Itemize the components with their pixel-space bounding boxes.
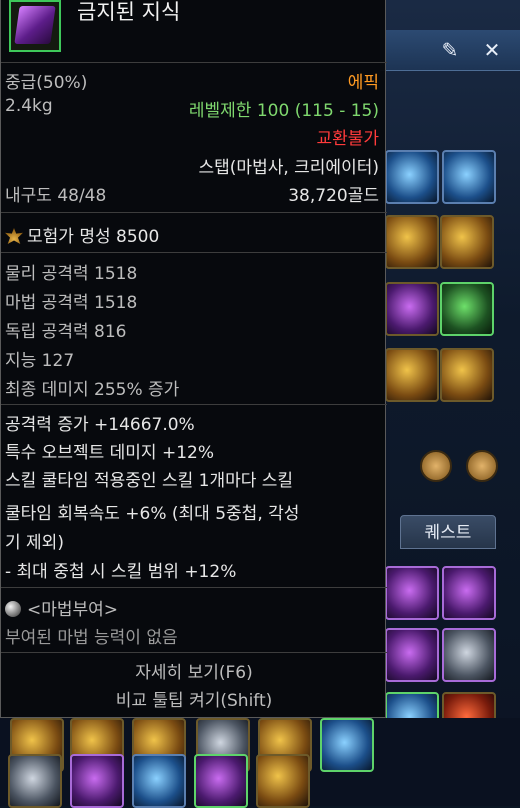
book-icon [14, 6, 56, 44]
stat-independent-attack: 독립 공격력 816 [5, 322, 127, 342]
tab-quest[interactable]: 퀘스트 [400, 515, 496, 549]
inventory-slot[interactable] [194, 754, 248, 808]
item-type: 스탭(마법사, 크리에이터) [198, 158, 379, 178]
item-name: 금지된 지식 [77, 0, 181, 24]
pin-icon[interactable]: ✎ [438, 38, 462, 62]
inventory-slot[interactable] [385, 628, 439, 682]
inventory-slot[interactable] [442, 628, 496, 682]
inventory-slot[interactable] [442, 566, 496, 620]
compare-tooltip-hint: 비교 툴팁 켜기(Shift) [115, 691, 273, 711]
option-line: 기 제외) [5, 533, 64, 553]
inventory-window [380, 0, 520, 806]
close-icon[interactable]: ✕ [480, 38, 504, 62]
enchant-description: 부여된 마법 능력이 없음 [5, 628, 178, 648]
divider [1, 404, 387, 405]
adventurer-fame: 모험가 명성 8500 [5, 222, 159, 247]
bag-round-button[interactable] [466, 450, 498, 482]
stat-physical-attack: 물리 공격력 1518 [5, 264, 138, 284]
divider [1, 212, 387, 213]
item-tooltip: 금지된 지식 중급(50%) 에픽 2.4kg 레벨제한 100 (115 - … [0, 0, 387, 718]
stat-magic-attack: 마법 공격력 1518 [5, 293, 138, 313]
equip-slot[interactable] [385, 215, 439, 269]
fame-icon [5, 228, 23, 244]
equip-slot[interactable] [385, 282, 439, 336]
skin-slot[interactable] [385, 150, 439, 204]
inventory-slot[interactable] [70, 754, 124, 808]
enchant-title: <마법부여> [5, 595, 118, 620]
item-grade: 중급(50%) [5, 73, 88, 93]
option-line: 스킬 쿨타임 적용중인 스킬 1개마다 스킬 [5, 471, 294, 491]
enchant-title-text: <마법부여> [27, 600, 119, 620]
settings-round-button[interactable] [420, 450, 452, 482]
divider [1, 62, 387, 63]
enchant-orb-icon [5, 601, 21, 617]
option-line: - 최대 중첩 시 스킬 범위 +12% [5, 562, 237, 582]
divider [1, 652, 387, 653]
stat-intelligence: 지능 127 [5, 351, 75, 371]
option-line: 쿨타임 회복속도 +6% (최대 5중첩, 각성 [5, 504, 300, 524]
equip-slot[interactable] [385, 348, 439, 402]
inventory-slot[interactable] [320, 718, 374, 772]
item-weight: 2.4kg [5, 96, 53, 116]
inventory-slot[interactable] [256, 754, 310, 808]
equip-slot[interactable] [440, 348, 494, 402]
inventory-slot[interactable] [385, 566, 439, 620]
fame-text: 모험가 명성 8500 [27, 227, 160, 247]
item-rarity: 에픽 [347, 73, 379, 93]
stat-final-damage: 최종 데미지 255% 증가 [5, 380, 180, 400]
skin-slot[interactable] [442, 150, 496, 204]
divider [1, 587, 387, 588]
item-level-limit: 레벨제한 100 (115 - 15) [188, 101, 379, 121]
item-price: 38,720골드 [288, 186, 379, 206]
equip-slot[interactable] [440, 282, 494, 336]
divider [1, 252, 387, 253]
inventory-slot[interactable] [8, 754, 62, 808]
equip-slot[interactable] [440, 215, 494, 269]
detail-view-hint: 자세히 보기(F6) [135, 663, 253, 683]
inventory-slot[interactable] [132, 754, 186, 808]
option-line: 공격력 증가 +14667.0% [5, 415, 195, 435]
item-trade-status: 교환불가 [316, 129, 379, 149]
item-icon [9, 0, 61, 52]
item-durability: 내구도 48/48 [5, 186, 107, 206]
option-line: 특수 오브젝트 데미지 +12% [5, 443, 215, 463]
